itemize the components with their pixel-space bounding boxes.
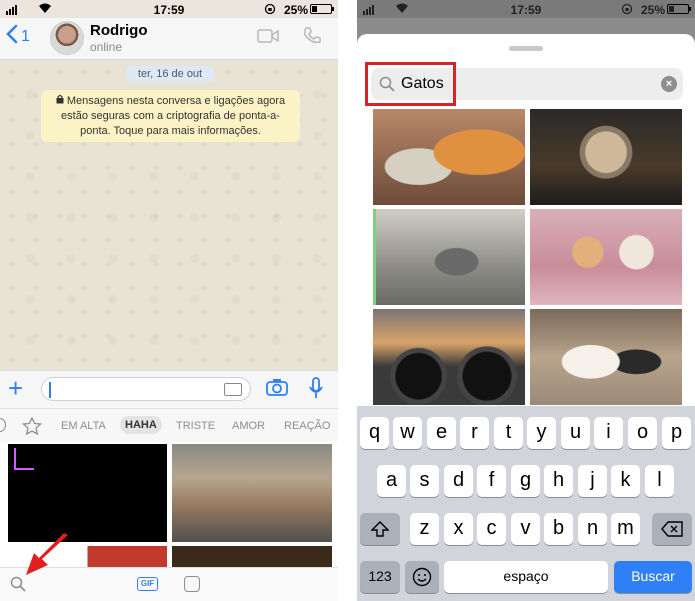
chat-header: 1 Rodrigo online xyxy=(0,18,338,60)
gif-result[interactable] xyxy=(530,309,682,405)
sheet-grabber[interactable] xyxy=(509,46,543,51)
orientation-lock-icon xyxy=(621,3,633,18)
key-g[interactable]: g xyxy=(511,465,540,497)
key-r[interactable]: r xyxy=(460,417,489,449)
key-b[interactable]: b xyxy=(544,513,573,545)
key-f[interactable]: f xyxy=(477,465,506,497)
status-bar: 17:59 25% xyxy=(357,0,695,18)
text-cursor xyxy=(49,382,51,398)
key-x[interactable]: x xyxy=(444,513,473,545)
key-j[interactable]: j xyxy=(578,465,607,497)
gif-thumbnail[interactable] xyxy=(172,444,332,542)
phone-call-icon[interactable] xyxy=(302,26,322,51)
red-arrow-icon xyxy=(24,533,70,582)
shift-icon xyxy=(370,521,390,540)
key-a[interactable]: a xyxy=(377,465,406,497)
gif-result[interactable] xyxy=(530,109,682,205)
plus-icon[interactable]: + xyxy=(8,374,23,402)
back-button[interactable]: 1 xyxy=(6,24,30,50)
battery-icon xyxy=(667,4,691,14)
key-v[interactable]: v xyxy=(511,513,540,545)
key-q[interactable]: q xyxy=(360,417,389,449)
tab-triste[interactable]: TRISTE xyxy=(176,420,215,432)
key-i[interactable]: i xyxy=(594,417,623,449)
gif-button[interactable]: GIF xyxy=(137,577,158,591)
gif-category-tabs: EM ALTA HAHA TRISTE AMOR REAÇÃO xyxy=(0,408,338,442)
gif-result[interactable] xyxy=(530,209,682,305)
unread-count: 1 xyxy=(21,28,30,45)
clear-icon[interactable]: × xyxy=(661,76,677,92)
search-go-key[interactable]: Buscar xyxy=(614,561,692,593)
battery-icon xyxy=(310,4,334,14)
tab-em-alta[interactable]: EM ALTA xyxy=(61,420,106,432)
key-p[interactable]: p xyxy=(662,417,691,449)
orientation-lock-icon xyxy=(264,3,276,18)
message-input-bar: + xyxy=(0,370,338,408)
gif-search-screen: 17:59 25% Gatos × q w e r t y u i o p a … xyxy=(357,0,695,601)
tab-reacao[interactable]: REAÇÃO xyxy=(284,420,330,432)
key-o[interactable]: o xyxy=(628,417,657,449)
contact-name[interactable]: Rodrigo xyxy=(90,22,148,39)
key-e[interactable]: e xyxy=(427,417,456,449)
chat-area: ter, 16 de out Mensagens nesta conversa … xyxy=(0,60,338,370)
tab-haha[interactable]: HAHA xyxy=(120,416,162,434)
recent-icon[interactable] xyxy=(0,418,6,432)
encryption-notice[interactable]: Mensagens nesta conversa e ligações agor… xyxy=(41,90,300,142)
backspace-icon xyxy=(661,521,683,540)
keyboard: q w e r t y u i o p a s d f g h j k l z … xyxy=(357,406,695,601)
screenshot-composite: 17:59 25% 1 Rodrigo online ter, 16 de ou… xyxy=(0,0,695,601)
key-d[interactable]: d xyxy=(444,465,473,497)
video-call-icon[interactable] xyxy=(257,28,279,49)
avatar[interactable] xyxy=(50,21,84,55)
back-chevron-icon xyxy=(6,24,18,50)
key-s[interactable]: s xyxy=(410,465,439,497)
key-u[interactable]: u xyxy=(561,417,590,449)
sticker-icon[interactable] xyxy=(184,576,200,592)
key-z[interactable]: z xyxy=(410,513,439,545)
shift-key[interactable] xyxy=(360,513,400,545)
gif-thumbnail[interactable] xyxy=(8,444,167,542)
key-m[interactable]: m xyxy=(611,513,640,545)
microphone-icon[interactable] xyxy=(309,377,323,404)
backspace-key[interactable] xyxy=(652,513,692,545)
lock-icon xyxy=(56,94,67,107)
key-y[interactable]: y xyxy=(527,417,556,449)
gif-thumbnail[interactable] xyxy=(172,546,332,567)
key-l[interactable]: l xyxy=(645,465,674,497)
emoji-icon xyxy=(412,567,432,590)
key-n[interactable]: n xyxy=(578,513,607,545)
encryption-notice-text: Mensagens nesta conversa e ligações agor… xyxy=(61,95,286,137)
highlight-box xyxy=(365,62,456,106)
camera-icon[interactable] xyxy=(266,378,288,401)
tab-amor[interactable]: AMOR xyxy=(232,420,265,432)
battery-percent: 25% xyxy=(284,3,309,17)
gif-results-grid xyxy=(373,109,682,406)
key-k[interactable]: k xyxy=(611,465,640,497)
status-bar: 17:59 25% xyxy=(0,0,338,18)
numbers-key[interactable]: 123 xyxy=(360,561,400,593)
gif-search-sheet: Gatos × xyxy=(357,34,695,406)
star-icon[interactable] xyxy=(21,416,43,438)
key-w[interactable]: w xyxy=(393,417,422,449)
space-key[interactable]: espaço xyxy=(444,561,608,593)
gif-result[interactable] xyxy=(373,209,525,305)
keyboard-icon[interactable] xyxy=(224,383,242,396)
battery-percent: 25% xyxy=(641,3,666,17)
message-input[interactable] xyxy=(41,377,251,401)
contact-status: online xyxy=(90,40,123,54)
emoji-key[interactable] xyxy=(405,561,439,593)
key-h[interactable]: h xyxy=(544,465,573,497)
whatsapp-chat-screen: 17:59 25% 1 Rodrigo online ter, 16 de ou… xyxy=(0,0,338,601)
gif-result[interactable] xyxy=(373,309,525,405)
date-chip: ter, 16 de out xyxy=(126,66,214,82)
gif-result[interactable] xyxy=(373,109,525,205)
key-t[interactable]: t xyxy=(494,417,523,449)
key-c[interactable]: c xyxy=(477,513,506,545)
